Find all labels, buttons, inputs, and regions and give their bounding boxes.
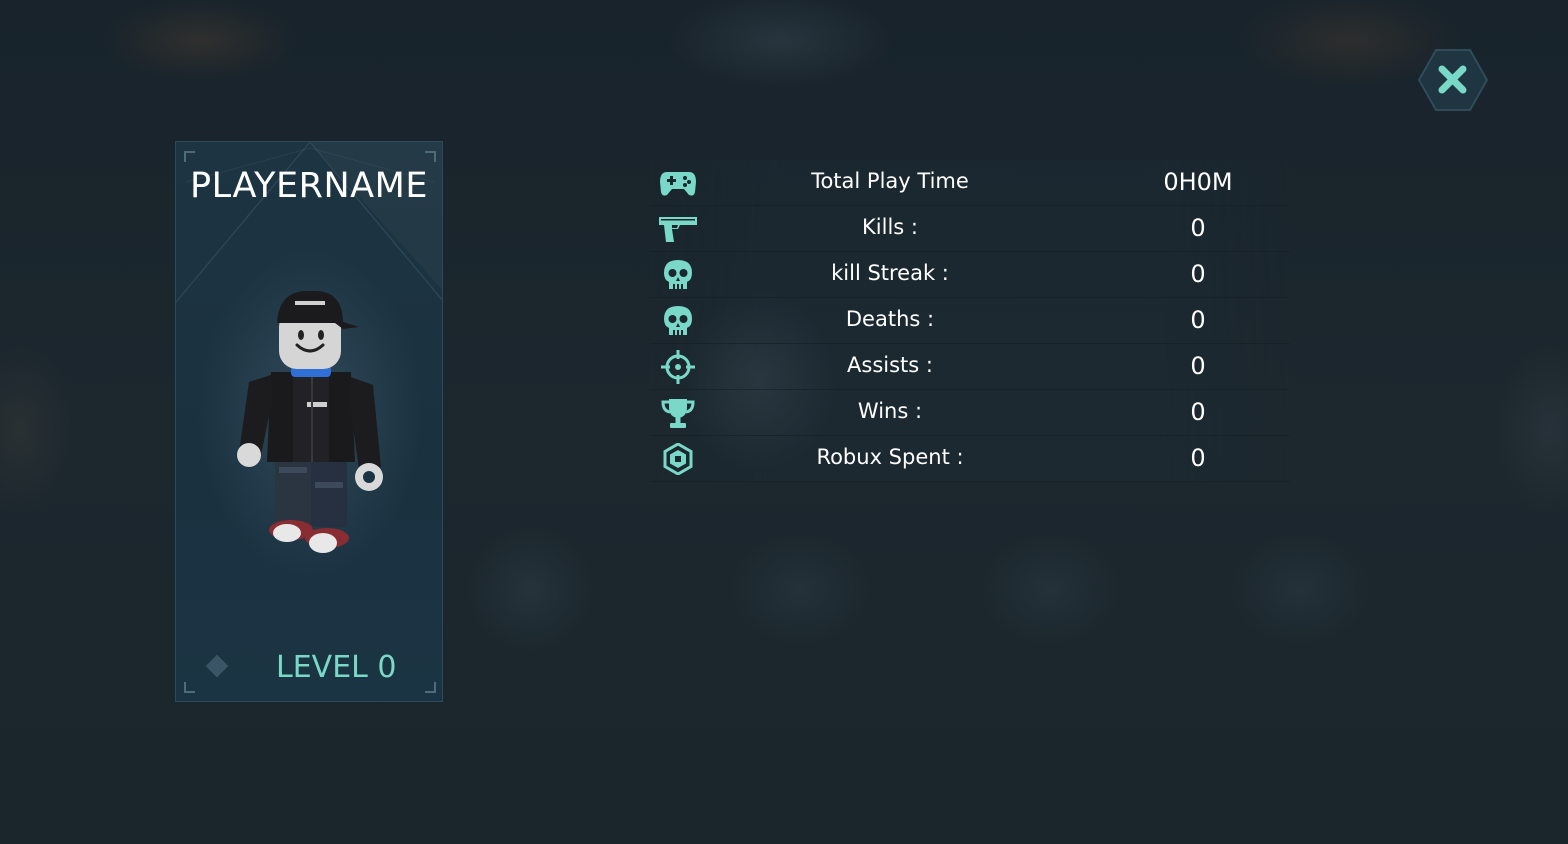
stat-value: 0 bbox=[1190, 214, 1206, 242]
stat-row-play-time: Total Play Time 0H0M bbox=[650, 160, 1290, 206]
player-name: PLAYERNAME bbox=[190, 166, 428, 206]
stat-value: 0 bbox=[1190, 306, 1206, 334]
stat-label: Kills : bbox=[862, 215, 918, 239]
stats-table: Total Play Time 0H0M Kills : 0 kill Stre… bbox=[650, 160, 1290, 482]
stat-label: Total Play Time bbox=[811, 169, 969, 193]
stat-row-wins: Wins : 0 bbox=[650, 390, 1290, 436]
player-avatar bbox=[237, 290, 383, 553]
profile-screen: PLAYERNAME LEVEL 0 Total Play Time 0H0M … bbox=[0, 0, 1568, 844]
pistol-icon bbox=[658, 212, 698, 246]
stat-row-kills: Kills : 0 bbox=[650, 206, 1290, 252]
stat-value: 0H0M bbox=[1163, 168, 1233, 196]
gamepad-icon bbox=[658, 166, 698, 200]
stat-row-robux-spent: Robux Spent : 0 bbox=[650, 436, 1290, 482]
player-level: LEVEL 0 bbox=[276, 650, 397, 685]
stat-value: 0 bbox=[1190, 260, 1206, 288]
stat-label: Assists : bbox=[847, 353, 933, 377]
stat-value: 0 bbox=[1190, 352, 1206, 380]
close-button[interactable] bbox=[1418, 48, 1488, 112]
skull-icon bbox=[658, 304, 698, 338]
player-card: PLAYERNAME LEVEL 0 bbox=[175, 141, 443, 702]
stat-row-deaths: Deaths : 0 bbox=[650, 298, 1290, 344]
skull-icon bbox=[658, 258, 698, 292]
stat-label: Deaths : bbox=[845, 307, 935, 331]
trophy-icon bbox=[658, 396, 698, 430]
crosshair-icon bbox=[658, 350, 698, 384]
stat-row-assists: Assists : 0 bbox=[650, 344, 1290, 390]
stat-label: kill Streak : bbox=[831, 261, 949, 285]
close-icon bbox=[1418, 49, 1488, 111]
stat-value: 0 bbox=[1190, 398, 1206, 426]
stat-value: 0 bbox=[1190, 444, 1206, 472]
stat-label: Robux Spent : bbox=[816, 445, 964, 469]
robux-icon bbox=[658, 442, 698, 476]
stat-row-kill-streak: kill Streak : 0 bbox=[650, 252, 1290, 298]
stat-label: Wins : bbox=[857, 399, 923, 423]
